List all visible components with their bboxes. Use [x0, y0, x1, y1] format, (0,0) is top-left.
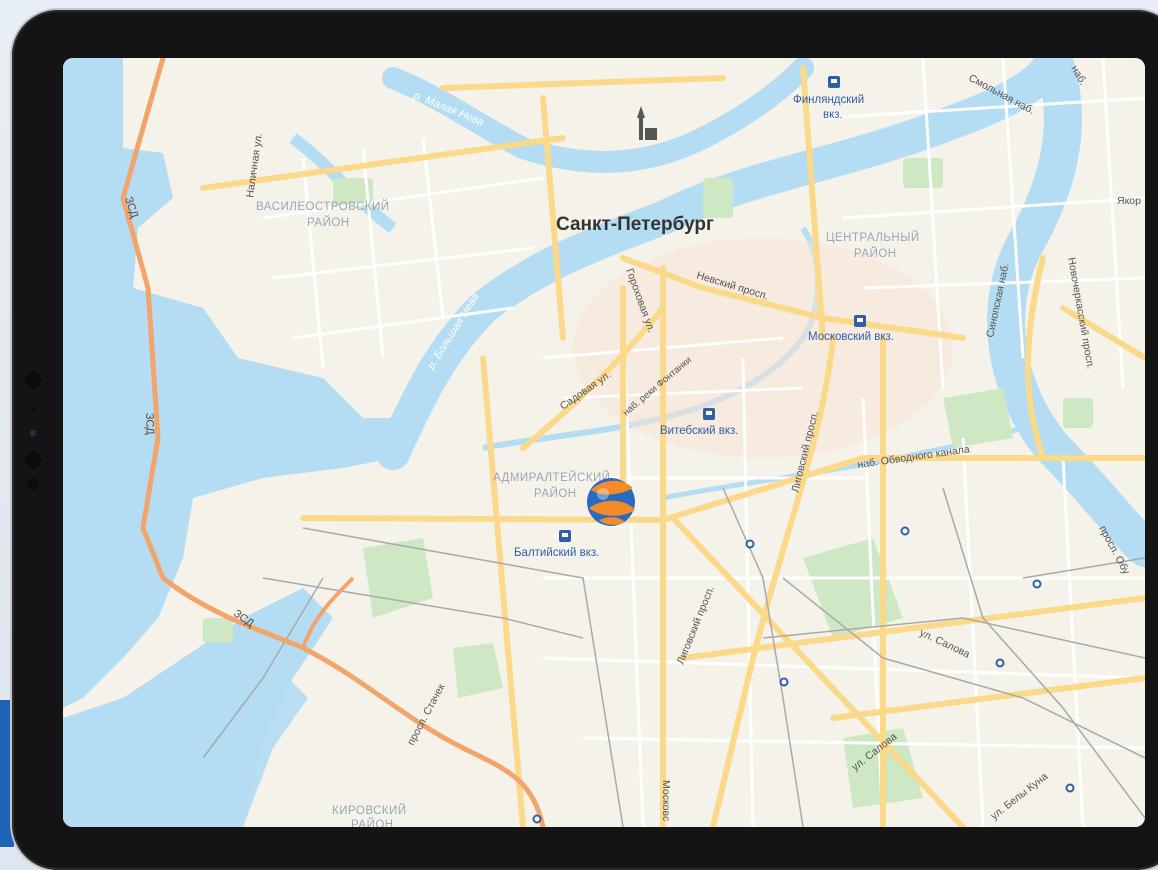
city-label: Санкт-Петербург: [556, 214, 714, 235]
train-station-icon: [559, 530, 571, 542]
district-label-kirovsky-1: КИРОВСКИЙ: [332, 804, 407, 817]
district-label-admiralteysky-2: РАЙОН: [534, 487, 577, 500]
station-label-finlyandsky-1: Финляндский: [793, 94, 864, 106]
camera-lens-2: [25, 452, 41, 468]
tablet-frame: Санкт-Петербург ВАСИЛЕОСТРОВСКИЙ РАЙОН Ц…: [12, 10, 1158, 870]
district-label-central-2: РАЙОН: [854, 247, 897, 260]
station-label-finlyandsky-2: вкз.: [823, 109, 843, 121]
district-label-kirovsky-2: РАЙОН: [351, 818, 394, 827]
camera-lens-3: [27, 478, 39, 490]
location-marker-icon[interactable]: [587, 478, 635, 526]
city-map[interactable]: Санкт-Петербург ВАСИЛЕОСТРОВСКИЙ РАЙОН Ц…: [63, 58, 1145, 827]
station-label-vitebsky: Витебский вкз.: [660, 425, 739, 437]
train-station-icon: [703, 408, 715, 420]
map-screen[interactable]: Санкт-Петербург ВАСИЛЕОСТРОВСКИЙ РАЙОН Ц…: [63, 58, 1145, 827]
station-label-moskovsky: Московский вкз.: [808, 331, 894, 343]
district-label-vasileostrovsky-1: ВАСИЛЕОСТРОВСКИЙ: [256, 200, 390, 213]
train-station-icon: [854, 315, 866, 327]
street-label-moskovsky-pr: Московс: [660, 780, 672, 821]
district-label-vasileostrovsky-2: РАЙОН: [307, 216, 350, 229]
camera-dot: [30, 430, 36, 436]
district-label-admiralteysky-1: АДМИРАЛТЕЙСКИЙ: [493, 471, 611, 484]
station-label-baltiysky: Балтийский вкз.: [514, 547, 599, 559]
district-label-central-1: ЦЕНТРАЛЬНЫЙ: [826, 231, 920, 244]
train-station-icon: [828, 76, 840, 88]
camera-lens-1: [25, 372, 41, 388]
street-label-yakor: Якор: [1117, 195, 1141, 207]
highway-label-mid: ЗСД: [143, 413, 156, 436]
camera-sensor: [30, 406, 35, 411]
